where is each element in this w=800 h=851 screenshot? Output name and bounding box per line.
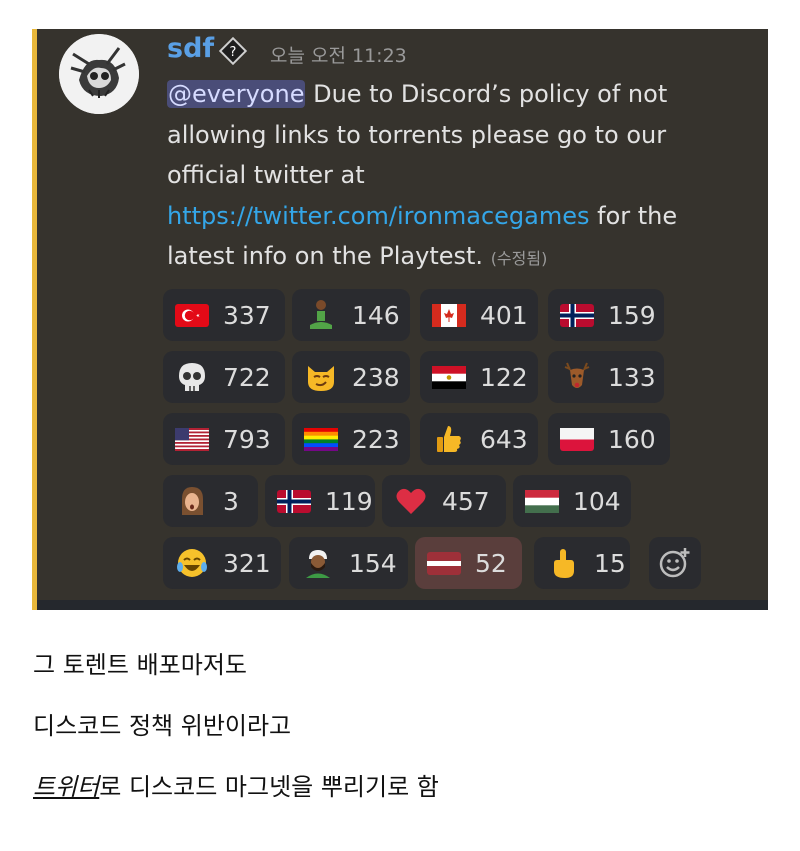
smirk-cat-icon [304,360,338,394]
reaction-count: 15 [594,548,626,578]
poland-flag-icon [560,422,594,456]
norway-flag-icon [560,298,594,332]
turkey-flag-icon [175,298,209,332]
reaction-man-with-turban[interactable]: 154 [289,537,408,589]
user-avatar[interactable] [59,34,139,114]
reaction-laughing-tears[interactable]: 321 [163,537,281,589]
reaction-egypt-flag[interactable]: 122 [420,351,538,403]
caption-line-1: 그 토렌트 배포마저도 [33,651,247,679]
reaction-count: 321 [223,548,271,578]
reaction-count: 3 [223,486,239,516]
screenshot-bottom-edge [37,600,768,610]
reaction-count: 160 [608,424,656,454]
reaction-smirk-cat[interactable]: 238 [292,351,410,403]
reaction-count: 457 [442,486,490,516]
skull-icon [175,360,209,394]
message-timestamp: 오늘 오전 11:23 [270,45,407,67]
caption-line-3-rest: 로 디스코드 마그넷을 뿌리기로 함 [99,773,439,801]
reaction-poland-flag[interactable]: 160 [548,413,670,465]
reaction-thumbs-up[interactable]: 643 [420,413,538,465]
thumbs-up-icon [432,422,466,456]
reaction-rainbow-flag[interactable]: 223 [292,413,410,465]
norway-flag-icon [277,484,311,518]
discord-message-screenshot: sdf ? 오늘 오전 11:23 @everyone Due to Disco… [32,29,768,610]
laughing-tears-icon [175,546,209,580]
reaction-hungary-flag[interactable]: 104 [513,475,631,527]
face-icon [175,484,209,518]
reaction-count: 104 [573,486,621,516]
reaction-count: 337 [223,300,271,330]
reaction-skull[interactable]: 722 [163,351,285,403]
reaction-canada-flag[interactable]: 401 [420,289,538,341]
latvia-flag-icon [427,546,461,580]
twitter-link[interactable]: https://twitter.com/ironmacegames [167,202,590,230]
reaction-latvia-flag[interactable]: 52 [415,537,522,589]
reaction-count: 133 [608,362,656,392]
server-badge-icon: ? [218,36,248,66]
reaction-deer[interactable]: 133 [548,351,664,403]
reaction-count: 643 [480,424,528,454]
caption-emphasis: 트위터 [33,773,100,801]
reaction-count: 146 [352,300,400,330]
reaction-count: 793 [223,424,271,454]
reaction-count: 159 [608,300,656,330]
reaction-norway-flag-2[interactable]: 119 [265,475,375,527]
egypt-flag-icon [432,360,466,394]
reaction-count: 122 [480,362,528,392]
reaction-middle-finger[interactable]: 15 [534,537,630,589]
canada-flag-icon [432,298,466,332]
hungary-flag-icon [525,484,559,518]
reaction-count: 223 [352,424,400,454]
everyone-mention[interactable]: @everyone [167,80,306,108]
man-with-turban-icon [301,546,335,580]
person-in-lotus-position-icon [304,298,338,332]
caption-line-3: 트위터로 디스코드 마그넷을 뿌리기로 함 [33,767,439,802]
reaction-turkey-flag[interactable]: 337 [163,289,285,341]
reaction-count: 722 [223,362,271,392]
reaction-count: 119 [325,486,373,516]
add-reaction-icon [658,546,692,580]
add-reaction-button[interactable] [649,537,701,589]
caption-line-2: 디스코드 정책 위반이라고 [33,712,292,740]
edited-marker: (수정됨) [490,249,548,268]
middle-finger-icon [546,546,580,580]
reaction-face[interactable]: 3 [163,475,258,527]
reaction-usa-flag[interactable]: 793 [163,413,285,465]
reaction-heart[interactable]: 457 [382,475,506,527]
reaction-count: 238 [352,362,400,392]
reaction-norway-flag[interactable]: 159 [548,289,664,341]
reaction-person-lotus[interactable]: 146 [292,289,410,341]
usa-flag-icon [175,422,209,456]
svg-text:?: ? [230,45,237,60]
heart-icon [394,484,428,518]
reaction-count: 401 [480,300,528,330]
rainbow-flag-icon [304,422,338,456]
reaction-count: 52 [475,548,507,578]
reaction-count: 154 [349,548,397,578]
username[interactable]: sdf [167,33,214,64]
deer-icon [560,360,594,394]
message-content: @everyone Due to Discord’s policy of not… [167,74,727,280]
